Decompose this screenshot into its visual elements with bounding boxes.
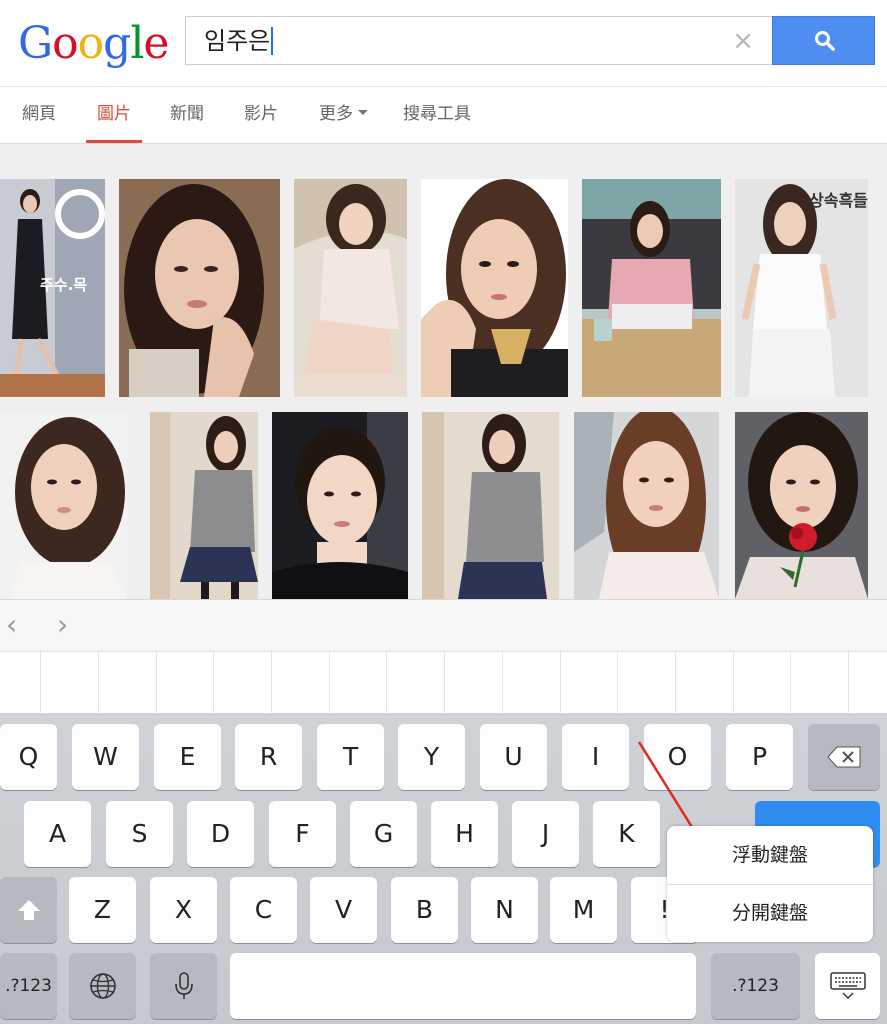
shift-key[interactable] [0, 877, 57, 943]
candidate-divider [790, 652, 791, 714]
keyboard-hide-icon [829, 972, 866, 1000]
keyboard-options-popup: 浮動鍵盤 分開鍵盤 [667, 826, 873, 942]
key-f[interactable]: F [269, 801, 336, 867]
dictation-key[interactable] [150, 953, 217, 1019]
next-field-icon[interactable]: › [57, 610, 68, 640]
google-logo[interactable]: Google [18, 16, 169, 72]
candidate-divider [98, 652, 99, 714]
tab-videos[interactable]: 影片 [244, 87, 278, 143]
key-i[interactable]: I [562, 724, 629, 790]
logo-letter: o [52, 18, 78, 69]
tab-web[interactable]: 網頁 [22, 87, 56, 143]
search-tabs: 網頁 圖片 新聞 影片 更多 搜尋工具 [0, 86, 887, 144]
logo-letter: e [143, 18, 169, 69]
key-b[interactable]: B [391, 877, 458, 943]
tab-more-label: 更多 [319, 104, 353, 124]
key-m[interactable]: M [550, 877, 617, 943]
key-h[interactable]: H [431, 801, 498, 867]
image-result-thumbnail[interactable] [272, 412, 408, 599]
float-keyboard-option[interactable]: 浮動鍵盤 [667, 826, 873, 884]
header: Google 임주은 × [0, 0, 887, 86]
globe-icon [89, 973, 116, 999]
key-r[interactable]: R [235, 724, 302, 790]
tab-news[interactable]: 新聞 [170, 87, 204, 143]
microphone-icon [174, 972, 193, 999]
candidate-divider [848, 652, 849, 714]
candidate-bar [0, 651, 887, 714]
key-e[interactable]: E [154, 724, 221, 790]
active-tab-indicator [86, 140, 142, 143]
clear-icon[interactable]: × [732, 25, 754, 57]
key-n[interactable]: N [471, 877, 538, 943]
key-z[interactable]: Z [69, 877, 136, 943]
backspace-key[interactable] [808, 724, 880, 790]
image-result-thumbnail[interactable]: 주수.목 [0, 179, 105, 397]
tab-images[interactable]: 圖片 [97, 87, 131, 143]
key-v[interactable]: V [310, 877, 377, 943]
search-icon [815, 31, 835, 51]
key-y[interactable]: Y [398, 724, 465, 790]
thumbnail-overlay-text: 주수.목 [40, 276, 88, 294]
candidate-divider [502, 652, 503, 714]
keyboard-accessory-bar: ‹ › [0, 599, 887, 651]
candidate-divider [617, 652, 618, 714]
key-a[interactable]: A [24, 801, 91, 867]
image-result-thumbnail[interactable] [150, 412, 258, 599]
key-x[interactable]: X [150, 877, 217, 943]
candidate-divider [271, 652, 272, 714]
search-button[interactable] [772, 16, 875, 65]
image-result-thumbnail[interactable] [735, 412, 868, 599]
image-result-thumbnail[interactable] [421, 179, 568, 397]
key-d[interactable]: D [187, 801, 254, 867]
image-result-thumbnail[interactable]: 상속흑들 [735, 179, 868, 397]
tab-more[interactable]: 更多 [319, 87, 368, 143]
candidate-divider [386, 652, 387, 714]
image-result-thumbnail[interactable] [294, 179, 407, 397]
logo-letter: G [18, 18, 53, 69]
key-c[interactable]: C [230, 877, 297, 943]
image-results-grid: 주수.목 상속흑들 [0, 144, 887, 599]
key-o[interactable]: O [644, 724, 711, 790]
candidate-divider [560, 652, 561, 714]
logo-letter: o [77, 18, 104, 69]
key-g[interactable]: G [350, 801, 417, 867]
key-t[interactable]: T [317, 724, 384, 790]
key-k[interactable]: K [593, 801, 660, 867]
numbers-key-left[interactable]: .?123 [0, 953, 57, 1019]
candidate-divider [675, 652, 676, 714]
key-u[interactable]: U [480, 724, 547, 790]
search-query-text: 임주은 [204, 27, 271, 55]
numbers-key-right[interactable]: .?123 [711, 953, 800, 1019]
shift-arrow-icon [17, 900, 40, 920]
candidate-divider [40, 652, 41, 714]
logo-letter: g [103, 18, 131, 69]
language-key[interactable] [69, 953, 136, 1019]
image-result-thumbnail[interactable] [422, 412, 559, 599]
image-result-thumbnail[interactable] [574, 412, 719, 599]
candidate-divider [156, 652, 157, 714]
image-result-thumbnail[interactable] [582, 179, 721, 397]
hide-keyboard-key[interactable] [815, 953, 880, 1019]
candidate-divider [329, 652, 330, 714]
key-w[interactable]: W [72, 724, 139, 790]
image-result-thumbnail[interactable] [119, 179, 280, 397]
split-keyboard-option[interactable]: 分開鍵盤 [667, 884, 873, 942]
logo-letter: l [130, 18, 144, 69]
chevron-down-icon [358, 110, 368, 115]
text-cursor [271, 27, 274, 55]
thumbnail-overlay-text: 상속흑들 [809, 191, 868, 210]
candidate-divider [733, 652, 734, 714]
key-s[interactable]: S [106, 801, 173, 867]
image-result-thumbnail[interactable] [0, 412, 127, 599]
candidate-divider [213, 652, 214, 714]
search-input[interactable]: 임주은 × [185, 16, 772, 65]
key-j[interactable]: J [512, 801, 579, 867]
space-key[interactable] [230, 953, 696, 1019]
tab-search-tools[interactable]: 搜尋工具 [403, 87, 471, 143]
key-q[interactable]: Q [0, 724, 57, 790]
previous-field-icon[interactable]: ‹ [6, 610, 17, 640]
backspace-icon [827, 746, 861, 768]
key-p[interactable]: P [726, 724, 793, 790]
candidate-divider [444, 652, 445, 714]
